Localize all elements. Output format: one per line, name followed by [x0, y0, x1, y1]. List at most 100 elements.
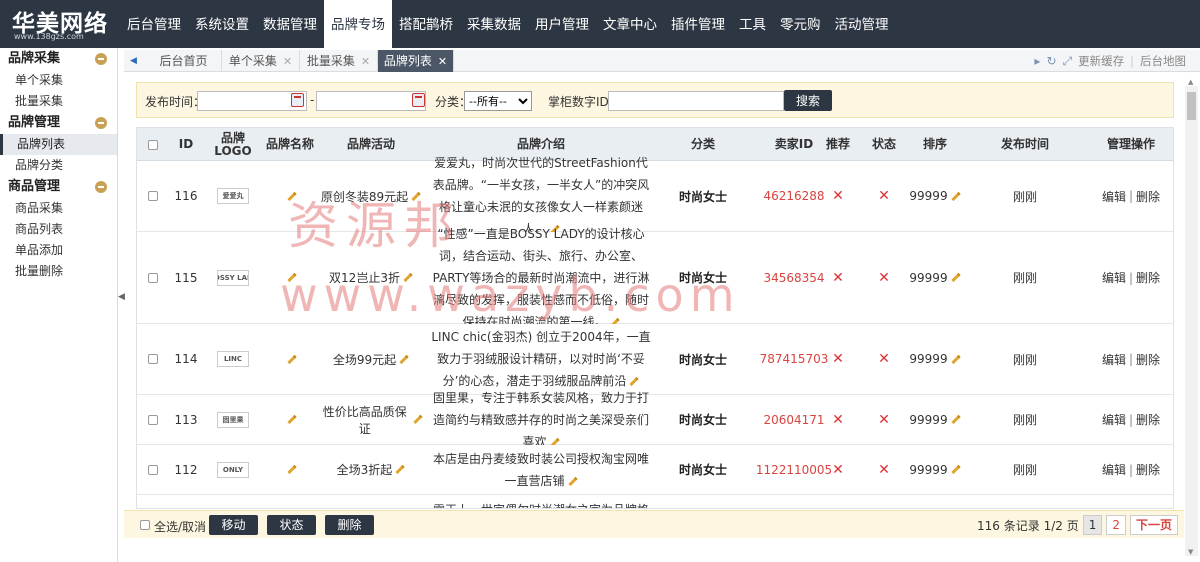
top-nav-item[interactable]: 文章中心 [596, 0, 664, 48]
edit-pencil-icon[interactable] [286, 354, 297, 364]
status-toggle[interactable]: ✕ [861, 445, 907, 494]
edit-link[interactable]: 编辑 [1102, 351, 1126, 368]
tab[interactable]: 后台首页 [146, 50, 222, 72]
sidebar-item[interactable]: 商品采集 [0, 198, 117, 219]
tab[interactable]: 品牌列表 ✕ [378, 50, 454, 72]
recommend-toggle[interactable]: ✕ [815, 161, 861, 231]
cross-icon[interactable]: ✕ [878, 412, 890, 428]
edit-pencil-icon[interactable] [950, 464, 961, 475]
edit-link[interactable]: 编辑 [1102, 411, 1126, 428]
sitemap-link[interactable]: 后台地图 [1140, 53, 1186, 69]
edit-pencil-icon[interactable] [567, 476, 578, 486]
status-toggle[interactable]: ✕ [861, 161, 907, 231]
page-2-button[interactable]: 2 [1106, 515, 1126, 535]
scrollbar-thumb[interactable] [1187, 92, 1196, 120]
page-scrollbar[interactable] [1185, 86, 1198, 556]
edit-pencil-icon[interactable] [950, 354, 961, 364]
delete-link[interactable]: 删除 [1136, 411, 1160, 428]
page-1-button[interactable]: 1 [1082, 515, 1103, 535]
edit-pencil-icon[interactable] [950, 414, 961, 425]
cross-icon[interactable]: ✕ [832, 462, 844, 478]
cross-icon[interactable]: ✕ [878, 270, 890, 286]
edit-pencil-icon[interactable] [950, 272, 961, 283]
row-checkbox-cell[interactable] [137, 324, 169, 394]
sidebar-item[interactable]: 批量删除 [0, 261, 117, 282]
edit-pencil-icon[interactable] [286, 414, 297, 425]
cross-icon[interactable]: ✕ [878, 351, 890, 367]
row-checkbox[interactable] [148, 354, 158, 364]
row-checkbox[interactable] [148, 191, 158, 201]
row-checkbox[interactable] [148, 272, 158, 283]
brand-name-cell[interactable] [261, 161, 319, 231]
tab-scroll-left-icon[interactable]: ◀ [130, 53, 140, 69]
sidebar-item[interactable]: 品牌分类 [0, 155, 117, 176]
recommend-toggle[interactable]: ✕ [815, 445, 861, 494]
top-nav-item[interactable]: 数据管理 [256, 0, 324, 48]
cross-icon[interactable]: ✕ [832, 351, 844, 367]
search-button[interactable]: 搜索 [784, 90, 832, 111]
row-checkbox-cell[interactable] [137, 232, 169, 323]
top-nav-item[interactable]: 采集数据 [460, 0, 528, 48]
delete-link[interactable]: 删除 [1136, 188, 1160, 205]
brand-name-cell[interactable] [261, 395, 319, 444]
top-nav-item[interactable]: 系统设置 [188, 0, 256, 48]
edit-pencil-icon[interactable] [413, 415, 423, 424]
tab-close-icon[interactable]: ✕ [283, 55, 292, 68]
row-checkbox-cell[interactable] [137, 161, 169, 231]
top-nav-item[interactable]: 活动管理 [828, 0, 896, 48]
refresh-cache-link[interactable]: 更新缓存 [1078, 53, 1124, 69]
scroll-up-icon[interactable]: ▲ [1188, 78, 1193, 86]
calendar-icon[interactable] [291, 93, 304, 107]
collapse-minus-icon[interactable] [95, 53, 107, 65]
end-date-input[interactable] [316, 91, 426, 111]
edit-link[interactable]: 编辑 [1102, 461, 1126, 478]
collapse-minus-icon[interactable] [95, 181, 107, 193]
cross-icon[interactable]: ✕ [878, 462, 890, 478]
sidebar-group-title[interactable]: 品牌采集 [0, 48, 117, 70]
sidebar-group-title[interactable]: 商品管理 [0, 176, 117, 198]
delete-link[interactable]: 删除 [1136, 461, 1160, 478]
top-nav-item[interactable]: 插件管理 [664, 0, 732, 48]
scroll-down-icon[interactable]: ▼ [1188, 548, 1193, 556]
top-nav-item[interactable]: 品牌专场 [324, 0, 392, 48]
top-nav-item[interactable]: 后台管理 [120, 0, 188, 48]
tab[interactable]: 批量采集 ✕ [300, 50, 378, 72]
top-nav-item[interactable]: 工具 [732, 0, 773, 48]
status-toggle[interactable]: ✕ [861, 324, 907, 394]
edit-link[interactable]: 编辑 [1102, 269, 1126, 286]
status-toggle[interactable]: ✕ [861, 232, 907, 323]
edit-pencil-icon[interactable] [411, 191, 421, 201]
status-button[interactable]: 状态 [267, 515, 316, 535]
category-select[interactable]: --所有-- [464, 91, 532, 111]
tab-close-icon[interactable]: ✕ [361, 55, 370, 68]
edit-pencil-icon[interactable] [395, 464, 405, 475]
sidebar-item[interactable]: 单品添加 [0, 240, 117, 261]
sidebar-item[interactable]: 单个采集 [0, 70, 117, 91]
edit-link[interactable]: 编辑 [1102, 188, 1126, 205]
fullscreen-icon[interactable]: ⤢ [1063, 54, 1073, 69]
tab-scroll-right-icon[interactable]: ▸ [1034, 54, 1040, 68]
sidebar-group-title[interactable]: 品牌管理 [0, 112, 117, 134]
sidebar-item[interactable]: 批量采集 [0, 91, 117, 112]
top-nav-item[interactable]: 搭配鹊桥 [392, 0, 460, 48]
cross-icon[interactable]: ✕ [832, 412, 844, 428]
sidebar-item[interactable]: 品牌列表 [0, 134, 117, 155]
collapse-minus-icon[interactable] [95, 117, 107, 129]
recommend-toggle[interactable]: ✕ [815, 395, 861, 444]
seller-id-input[interactable] [608, 91, 784, 111]
edit-pencil-icon[interactable] [629, 376, 640, 387]
tab[interactable]: 单个采集 ✕ [222, 50, 300, 72]
refresh-icon[interactable]: ↻ [1046, 54, 1056, 68]
top-nav-item[interactable]: 零元购 [773, 0, 828, 48]
edit-pencil-icon[interactable] [399, 354, 409, 364]
row-checkbox[interactable] [148, 464, 158, 475]
brand-name-cell[interactable] [261, 445, 319, 494]
row-checkbox[interactable] [148, 414, 158, 425]
edit-pencil-icon[interactable] [950, 191, 961, 201]
edit-pencil-icon[interactable] [286, 464, 297, 475]
brand-name-cell[interactable] [261, 232, 319, 323]
status-toggle[interactable]: ✕ [861, 395, 907, 444]
recommend-toggle[interactable]: ✕ [815, 232, 861, 323]
cross-icon[interactable]: ✕ [878, 188, 890, 204]
edit-pencil-icon[interactable] [286, 191, 297, 201]
